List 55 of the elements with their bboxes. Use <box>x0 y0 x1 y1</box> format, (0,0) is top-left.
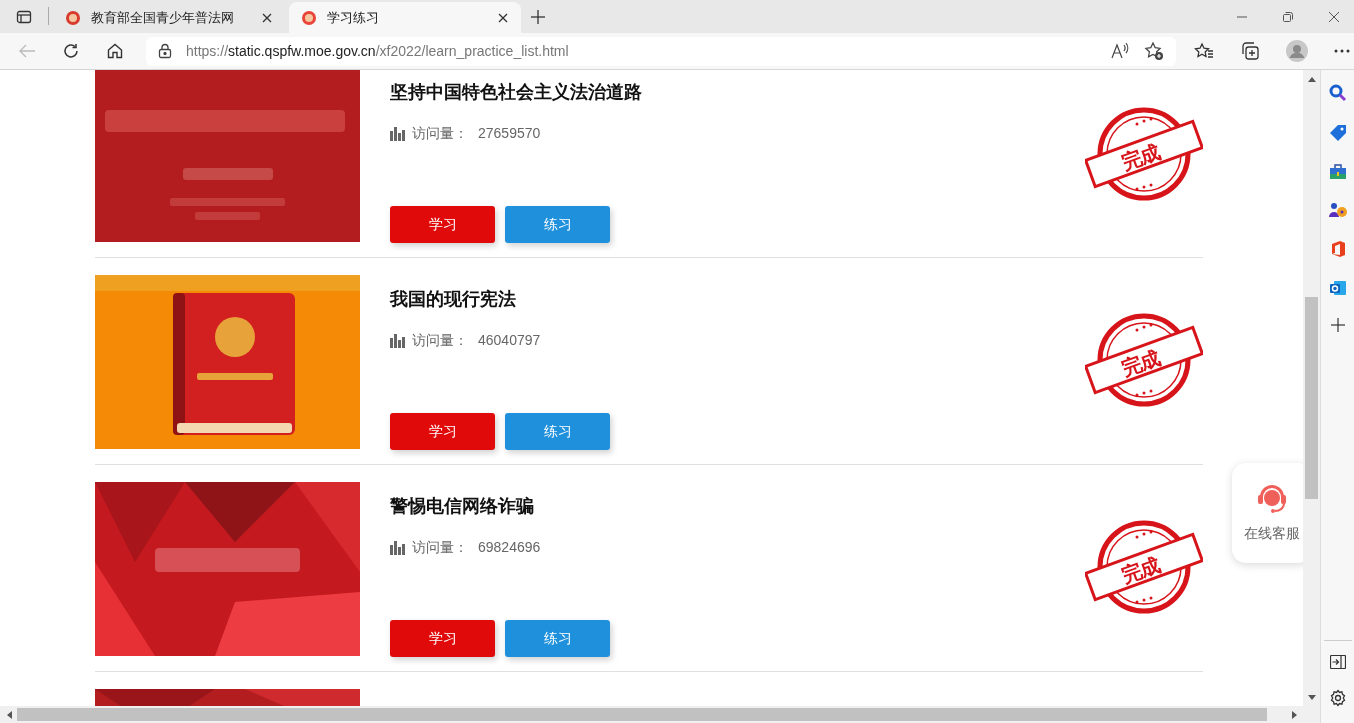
tab-title: 学习练习 <box>327 8 380 27</box>
url-text: https://static.qspfw.moe.gov.cn/xf2022/learn_practice_list.html <box>186 41 570 61</box>
new-tab-icon[interactable] <box>531 9 545 24</box>
visits-count: 46040797 <box>478 331 541 350</box>
completed-stamp: 完成 <box>1085 520 1203 614</box>
home-icon[interactable] <box>106 42 124 60</box>
practice-button[interactable]: 练习 <box>505 620 610 657</box>
refresh-icon[interactable] <box>62 42 80 60</box>
bar-chart-icon <box>390 126 406 141</box>
visits-label: 访问量： <box>412 124 468 143</box>
scrollbar-thumb[interactable] <box>1305 297 1318 499</box>
profile-avatar-icon[interactable] <box>1286 40 1308 62</box>
study-button[interactable]: 学习 <box>390 620 495 657</box>
restore-icon[interactable] <box>1282 10 1294 23</box>
scrollbar-thumb[interactable] <box>17 708 1267 721</box>
toolbox-icon[interactable] <box>1328 164 1347 180</box>
visits-count: 27659570 <box>478 124 541 143</box>
course-title: 警惕电信网络诈骗 <box>390 495 535 518</box>
close-icon[interactable] <box>1328 10 1340 23</box>
add-icon[interactable] <box>1330 318 1345 332</box>
practice-button[interactable]: 练习 <box>505 206 610 243</box>
completed-stamp: 完成 <box>1085 107 1203 201</box>
settings-icon[interactable] <box>1328 689 1347 707</box>
online-service-button[interactable]: 在线客服 <box>1232 463 1303 563</box>
more-icon[interactable] <box>1334 49 1350 53</box>
course-title: 我国的现行宪法 <box>390 288 517 311</box>
study-button[interactable]: 学习 <box>390 413 495 450</box>
course-title: 坚持中国特色社会主义法治道路 <box>390 81 643 104</box>
visits-label: 访问量： <box>412 538 468 557</box>
close-icon[interactable] <box>261 11 273 24</box>
mail-icon[interactable] <box>1328 280 1347 296</box>
service-label: 在线客服 <box>1244 524 1300 543</box>
study-button[interactable]: 学习 <box>390 206 495 243</box>
close-icon[interactable] <box>497 11 509 24</box>
browser-tab[interactable]: 学习练习 <box>289 2 521 33</box>
collections-icon[interactable] <box>1240 41 1260 61</box>
bar-chart-icon <box>390 333 406 348</box>
completed-stamp: 完成 <box>1085 313 1203 407</box>
browser-tab[interactable]: 教育部全国青少年普法网 <box>53 2 285 33</box>
office-icon[interactable] <box>1329 240 1346 258</box>
tab-actions-icon[interactable] <box>16 8 32 25</box>
lock-icon <box>158 43 172 59</box>
address-field[interactable]: https://static.qspfw.moe.gov.cn/xf2022/learn_practice_list.html <box>146 36 1176 66</box>
games-icon[interactable] <box>1328 202 1347 218</box>
tab-title: 教育部全国青少年普法网 <box>91 8 235 27</box>
favorite-add-icon[interactable] <box>1144 41 1164 61</box>
search-icon[interactable] <box>1328 84 1347 102</box>
favorites-icon[interactable] <box>1194 42 1214 60</box>
tag-icon[interactable] <box>1328 124 1347 142</box>
bar-chart-icon <box>390 540 406 555</box>
hide-sidebar-icon[interactable] <box>1329 655 1346 669</box>
visits-label: 访问量： <box>412 331 468 350</box>
read-aloud-icon[interactable] <box>1110 42 1130 60</box>
practice-button[interactable]: 练习 <box>505 413 610 450</box>
visits-count: 69824696 <box>478 538 541 557</box>
